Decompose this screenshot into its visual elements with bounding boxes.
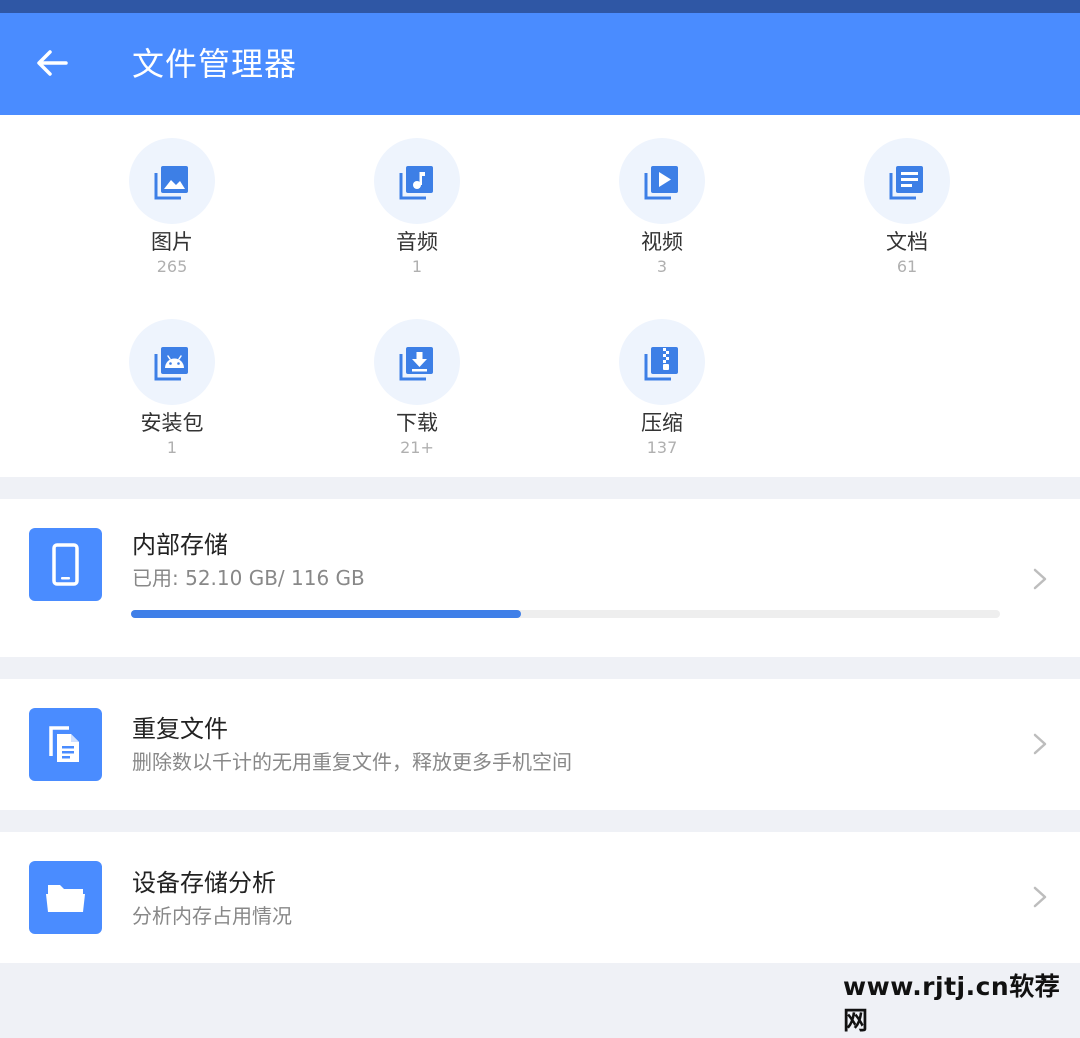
category-label: 音频 xyxy=(396,230,438,254)
page-title: 文件管理器 xyxy=(132,45,298,83)
category-count: 21+ xyxy=(400,438,434,457)
document-icon xyxy=(889,166,923,200)
category-count: 137 xyxy=(646,438,678,457)
internal-storage-card[interactable]: 内部存储 已用: 52.10 GB/ 116 GB xyxy=(0,499,1080,657)
storage-usage-text: 已用: 52.10 GB/ 116 GB xyxy=(132,566,365,590)
duplicate-files-icon xyxy=(49,726,79,762)
chevron-right-icon xyxy=(1033,733,1047,755)
category-archives[interactable]: 压缩 137 xyxy=(572,296,752,457)
category-count: 1 xyxy=(411,257,423,276)
chevron-right-icon xyxy=(1033,568,1047,590)
category-label: 文档 xyxy=(886,230,928,254)
category-documents[interactable]: 文档 61 xyxy=(817,115,997,276)
app-bar: 文件管理器 xyxy=(0,13,1080,115)
phone-icon xyxy=(52,543,79,586)
storage-progress-bar xyxy=(131,610,1000,618)
category-count: 265 xyxy=(156,257,188,276)
storage-analysis-card[interactable]: 设备存储分析 分析内存占用情况 xyxy=(0,832,1080,963)
play-video-icon xyxy=(644,166,678,200)
folder-open-icon xyxy=(46,885,85,912)
duplicates-subtitle: 删除数以千计的无用重复文件，释放更多手机空间 xyxy=(132,750,572,774)
storage-title: 内部存储 xyxy=(132,531,228,559)
category-images[interactable]: 图片 265 xyxy=(82,115,262,276)
category-count: 61 xyxy=(896,257,918,276)
watermark: www.rjtj.cn软荐网 xyxy=(843,972,1061,1035)
back-button[interactable] xyxy=(24,35,80,91)
chevron-right-icon xyxy=(1033,886,1047,908)
analysis-title: 设备存储分析 xyxy=(132,869,276,897)
analysis-subtitle: 分析内存占用情况 xyxy=(132,904,292,928)
duplicates-title: 重复文件 xyxy=(132,715,228,743)
category-label: 安装包 xyxy=(140,411,204,435)
download-icon xyxy=(399,347,433,381)
duplicate-files-card[interactable]: 重复文件 删除数以千计的无用重复文件，释放更多手机空间 xyxy=(0,679,1080,810)
status-bar xyxy=(0,0,1080,13)
category-apk[interactable]: 安装包 1 xyxy=(82,296,262,457)
category-count: 3 xyxy=(656,257,668,276)
music-note-icon xyxy=(399,166,433,200)
category-count: 1 xyxy=(166,438,178,457)
category-audio[interactable]: 音频 1 xyxy=(327,115,507,276)
category-label: 视频 xyxy=(641,230,683,254)
image-icon xyxy=(154,166,188,200)
category-label: 下载 xyxy=(396,411,438,435)
category-grid: 图片 265 音频 1 视频 3 文档 61 安装包 1 下载 21+ 压缩 1… xyxy=(0,115,1080,477)
category-label: 压缩 xyxy=(641,411,683,435)
category-label: 图片 xyxy=(151,230,193,254)
category-downloads[interactable]: 下载 21+ xyxy=(327,296,507,457)
android-icon xyxy=(154,347,188,381)
zip-icon xyxy=(644,347,678,381)
storage-progress-fill xyxy=(131,610,522,618)
arrow-left-icon xyxy=(37,50,68,76)
category-video[interactable]: 视频 3 xyxy=(572,115,752,276)
